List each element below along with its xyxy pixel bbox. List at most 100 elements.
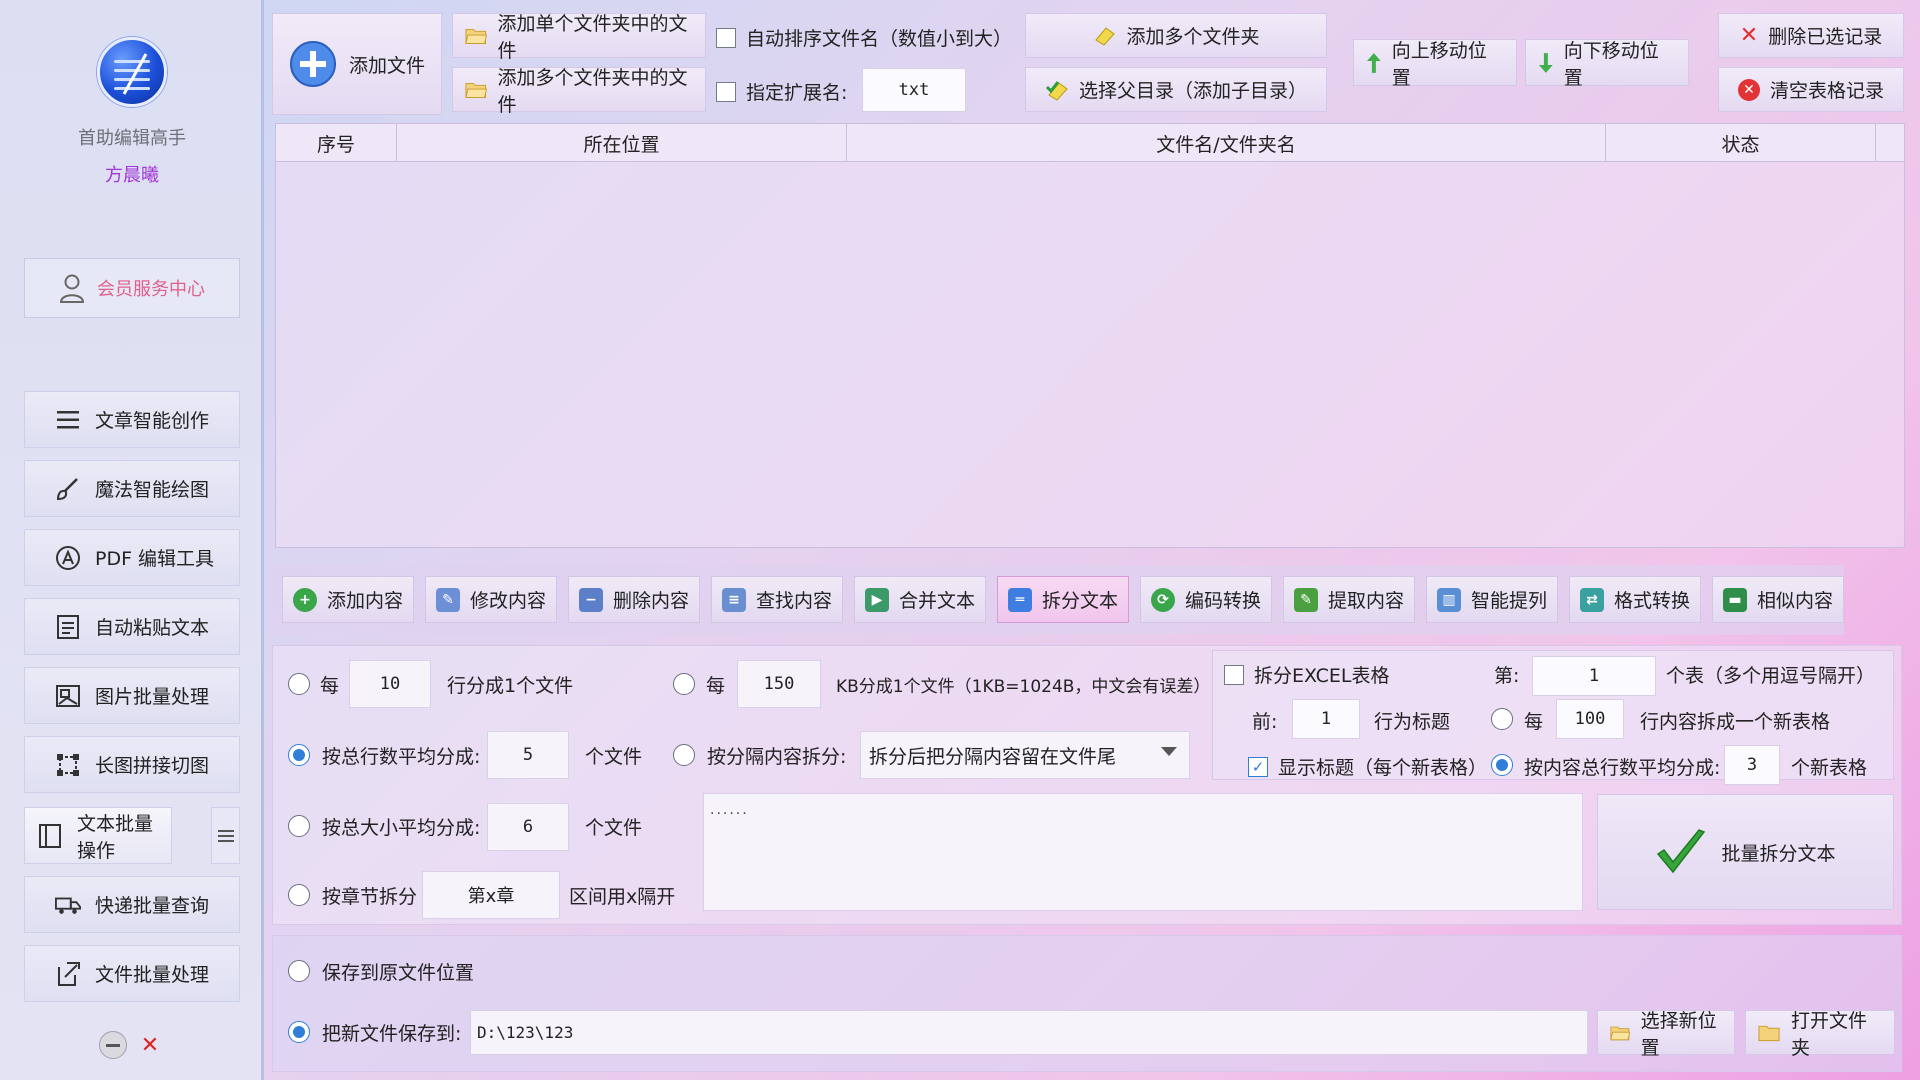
sheet-prefix: 第: bbox=[1494, 665, 1520, 687]
separator-select[interactable]: 拆分后把分隔内容留在文件尾 bbox=[860, 731, 1190, 779]
column-header[interactable]: 所在位置 bbox=[397, 124, 847, 162]
chapter-pattern-input[interactable]: 第x章 bbox=[422, 871, 560, 919]
tab-find-content[interactable]: ≡ 查找内容 bbox=[711, 576, 843, 623]
every-lines-input[interactable]: 10 bbox=[349, 660, 431, 708]
folder-open-icon bbox=[465, 28, 488, 44]
add-single-folder-files-button[interactable]: 添加单个文件夹中的文件 bbox=[452, 13, 706, 62]
nav-label: 魔法智能绘图 bbox=[95, 479, 210, 501]
separator-text-area[interactable]: ...... bbox=[703, 793, 1583, 911]
clear-table-button[interactable]: ✕ 清空表格记录 bbox=[1718, 67, 1904, 112]
excel-split-checkbox[interactable] bbox=[1224, 664, 1244, 685]
tab-add-content[interactable]: + 添加内容 bbox=[282, 576, 414, 623]
show-title-option[interactable]: ✓ 显示标题（每个新表格） bbox=[1248, 753, 1487, 780]
tab-extract-content[interactable]: ✎ 提取内容 bbox=[1283, 576, 1415, 623]
auto-sort-label: 自动排序文件名（数值小到大） bbox=[746, 28, 1013, 50]
every-rows-input[interactable]: 100 bbox=[1556, 699, 1624, 739]
save-new-radio[interactable] bbox=[288, 1021, 310, 1043]
nav-auto-paste[interactable]: 自动粘贴文本 bbox=[24, 598, 240, 655]
nav-article-creation[interactable]: 文章智能创作 bbox=[24, 391, 240, 448]
move-up-button[interactable]: 向上移动位置 bbox=[1353, 39, 1517, 89]
save-original-radio[interactable] bbox=[288, 960, 310, 982]
tab-smart-column[interactable]: ▥ 智能提列 bbox=[1426, 576, 1558, 623]
file-edit-icon bbox=[55, 961, 81, 987]
every-kb-input[interactable]: 150 bbox=[737, 660, 821, 708]
split-every-rows-radio[interactable] bbox=[1491, 708, 1513, 730]
close-button[interactable]: ✕ bbox=[136, 1031, 164, 1059]
tab-split-text[interactable]: ═ 拆分文本 bbox=[997, 576, 1129, 623]
open-folder-button[interactable]: 打开文件夹 bbox=[1745, 1010, 1895, 1059]
nav-label: 图片批量处理 bbox=[95, 686, 210, 708]
tab-label: 查找内容 bbox=[755, 590, 832, 612]
split-every-kb-radio[interactable] bbox=[673, 673, 695, 695]
extension-input[interactable]: txt bbox=[862, 68, 966, 112]
tab-format-convert[interactable]: ⇄ 格式转换 bbox=[1569, 576, 1701, 623]
auto-sort-checkbox[interactable] bbox=[716, 27, 736, 48]
move-down-button[interactable]: 向下移动位置 bbox=[1525, 39, 1689, 89]
every-rows-suffix: 行内容拆成一个新表格 bbox=[1640, 711, 1831, 733]
nav-long-image[interactable]: 长图拼接切图 bbox=[24, 736, 240, 793]
author-name: 方晨曦 bbox=[105, 165, 159, 186]
split-total-lines-radio[interactable] bbox=[288, 744, 310, 766]
nav-express-query[interactable]: 快递批量查询 bbox=[24, 876, 240, 933]
split-content-rows-radio[interactable] bbox=[1491, 754, 1513, 776]
nav-label: 文章智能创作 bbox=[95, 410, 210, 432]
nav-magic-drawing[interactable]: 魔法智能绘图 bbox=[24, 460, 240, 517]
table-header: 序号 所在位置 文件名/文件夹名 状态 bbox=[276, 124, 1904, 162]
minimize-button[interactable] bbox=[99, 1031, 127, 1059]
tab-label: 相似内容 bbox=[1756, 590, 1833, 612]
total-lines-input[interactable]: 5 bbox=[487, 731, 569, 779]
specify-ext-option[interactable]: 指定扩展名: bbox=[716, 78, 847, 105]
save-new-label: 把新文件保存到: bbox=[322, 1023, 462, 1045]
pencil-icon: ✎ bbox=[1293, 587, 1318, 612]
show-title-checkbox[interactable]: ✓ bbox=[1248, 756, 1268, 777]
similar-icon: ▬ bbox=[1722, 587, 1747, 612]
split-separator-radio[interactable] bbox=[673, 744, 695, 766]
nav-text-batch-menu-button[interactable] bbox=[211, 807, 240, 864]
tab-delete-content[interactable]: − 删除内容 bbox=[568, 576, 700, 623]
nav-image-batch[interactable]: 图片批量处理 bbox=[24, 667, 240, 724]
batch-split-button[interactable]: 批量拆分文本 bbox=[1597, 794, 1894, 910]
split-total-size-radio[interactable] bbox=[288, 815, 310, 837]
truck-icon bbox=[55, 892, 81, 918]
tab-modify-content[interactable]: ✎ 修改内容 bbox=[425, 576, 557, 623]
total-size-input[interactable]: 6 bbox=[487, 803, 569, 851]
show-title-label: 显示标题（每个新表格） bbox=[1278, 757, 1488, 779]
excel-split-option[interactable]: 拆分EXCEL表格 bbox=[1224, 661, 1390, 688]
column-header[interactable]: 状态 bbox=[1606, 124, 1876, 162]
tab-label: 智能提列 bbox=[1470, 590, 1547, 612]
add-multi-folders-button[interactable]: 添加多个文件夹 bbox=[1025, 13, 1327, 58]
choose-location-button[interactable]: 选择新位置 bbox=[1597, 1010, 1735, 1059]
add-file-button[interactable]: 添加文件 bbox=[272, 13, 442, 115]
nav-pdf-tool[interactable]: PDF 编辑工具 bbox=[24, 529, 240, 586]
column-header[interactable]: 序号 bbox=[276, 124, 397, 162]
nav-text-batch[interactable]: 文本批量操作 bbox=[24, 807, 172, 864]
split-chapter-radio[interactable] bbox=[288, 884, 310, 906]
tab-encoding-convert[interactable]: ⟳ 编码转换 bbox=[1140, 576, 1272, 623]
delete-selected-button[interactable]: ✕ 删除已选记录 bbox=[1718, 13, 1904, 58]
save-path-input[interactable]: D:\123\123 bbox=[470, 1010, 1588, 1055]
batch-split-label: 批量拆分文本 bbox=[1721, 842, 1836, 865]
tab-merge-text[interactable]: ▶ 合并文本 bbox=[854, 576, 986, 623]
by-separator-label: 按分隔内容拆分: bbox=[707, 746, 847, 768]
specify-ext-checkbox[interactable] bbox=[716, 81, 736, 102]
clear-table-label: 清空表格记录 bbox=[1769, 80, 1884, 102]
column-header[interactable]: 文件名/文件夹名 bbox=[847, 124, 1606, 162]
excel-split-label: 拆分EXCEL表格 bbox=[1254, 665, 1390, 687]
delete-doc-icon: − bbox=[578, 587, 603, 612]
nav-file-batch[interactable]: 文件批量处理 bbox=[24, 945, 240, 1002]
every-kb-suffix: KB分成1个文件（1KB=1024B，中文会有误差） bbox=[836, 677, 1211, 697]
auto-sort-option[interactable]: 自动排序文件名（数值小到大） bbox=[716, 24, 1012, 51]
content-rows-input[interactable]: 3 bbox=[1724, 745, 1780, 785]
split-every-lines-radio[interactable] bbox=[288, 673, 310, 695]
every-rows-prefix: 每 bbox=[1524, 711, 1544, 733]
file-table[interactable]: 序号 所在位置 文件名/文件夹名 状态 bbox=[275, 123, 1905, 548]
add-multi-folder-files-button[interactable]: 添加多个文件夹中的文件 bbox=[452, 67, 706, 116]
clear-circle-icon: ✕ bbox=[1737, 78, 1760, 101]
sheet-number-input[interactable]: 1 bbox=[1532, 656, 1656, 696]
select-parent-dir-button[interactable]: 选择父目录（添加子目录） bbox=[1025, 67, 1327, 112]
files-unit-label: 个文件 bbox=[585, 817, 643, 839]
header-rows-input[interactable]: 1 bbox=[1292, 699, 1360, 739]
nav-label: 快递批量查询 bbox=[95, 895, 210, 917]
tab-similar-content[interactable]: ▬ 相似内容 bbox=[1712, 576, 1844, 623]
member-center-button[interactable]: 会员服务中心 bbox=[24, 258, 240, 318]
